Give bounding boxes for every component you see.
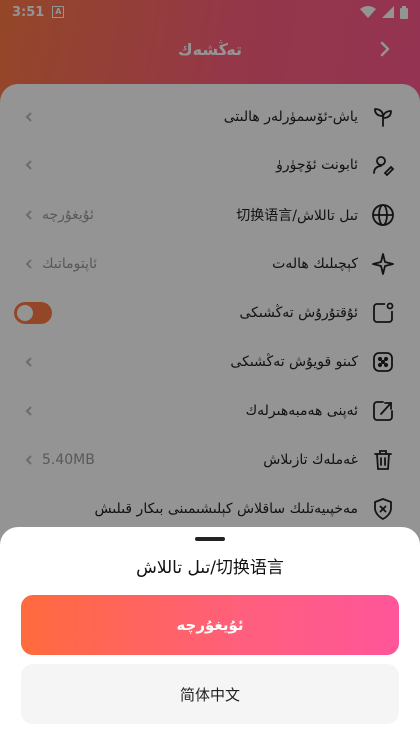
language-option-uyghur[interactable]: ئۇيغۇرچە bbox=[21, 595, 399, 655]
language-bottom-sheet: تىل تاللاش/切换语言 ئۇيغۇرچە 简体中文 bbox=[0, 527, 420, 746]
sheet-title: تىل تاللاش/切换语言 bbox=[136, 558, 284, 578]
language-option-chinese[interactable]: 简体中文 bbox=[21, 664, 399, 724]
settings-screen: 3:51 A تەڭشەك ياش-ئۆسمۈرلەر ھالىتى ئابون… bbox=[0, 0, 420, 746]
sheet-grabber[interactable] bbox=[195, 537, 225, 541]
